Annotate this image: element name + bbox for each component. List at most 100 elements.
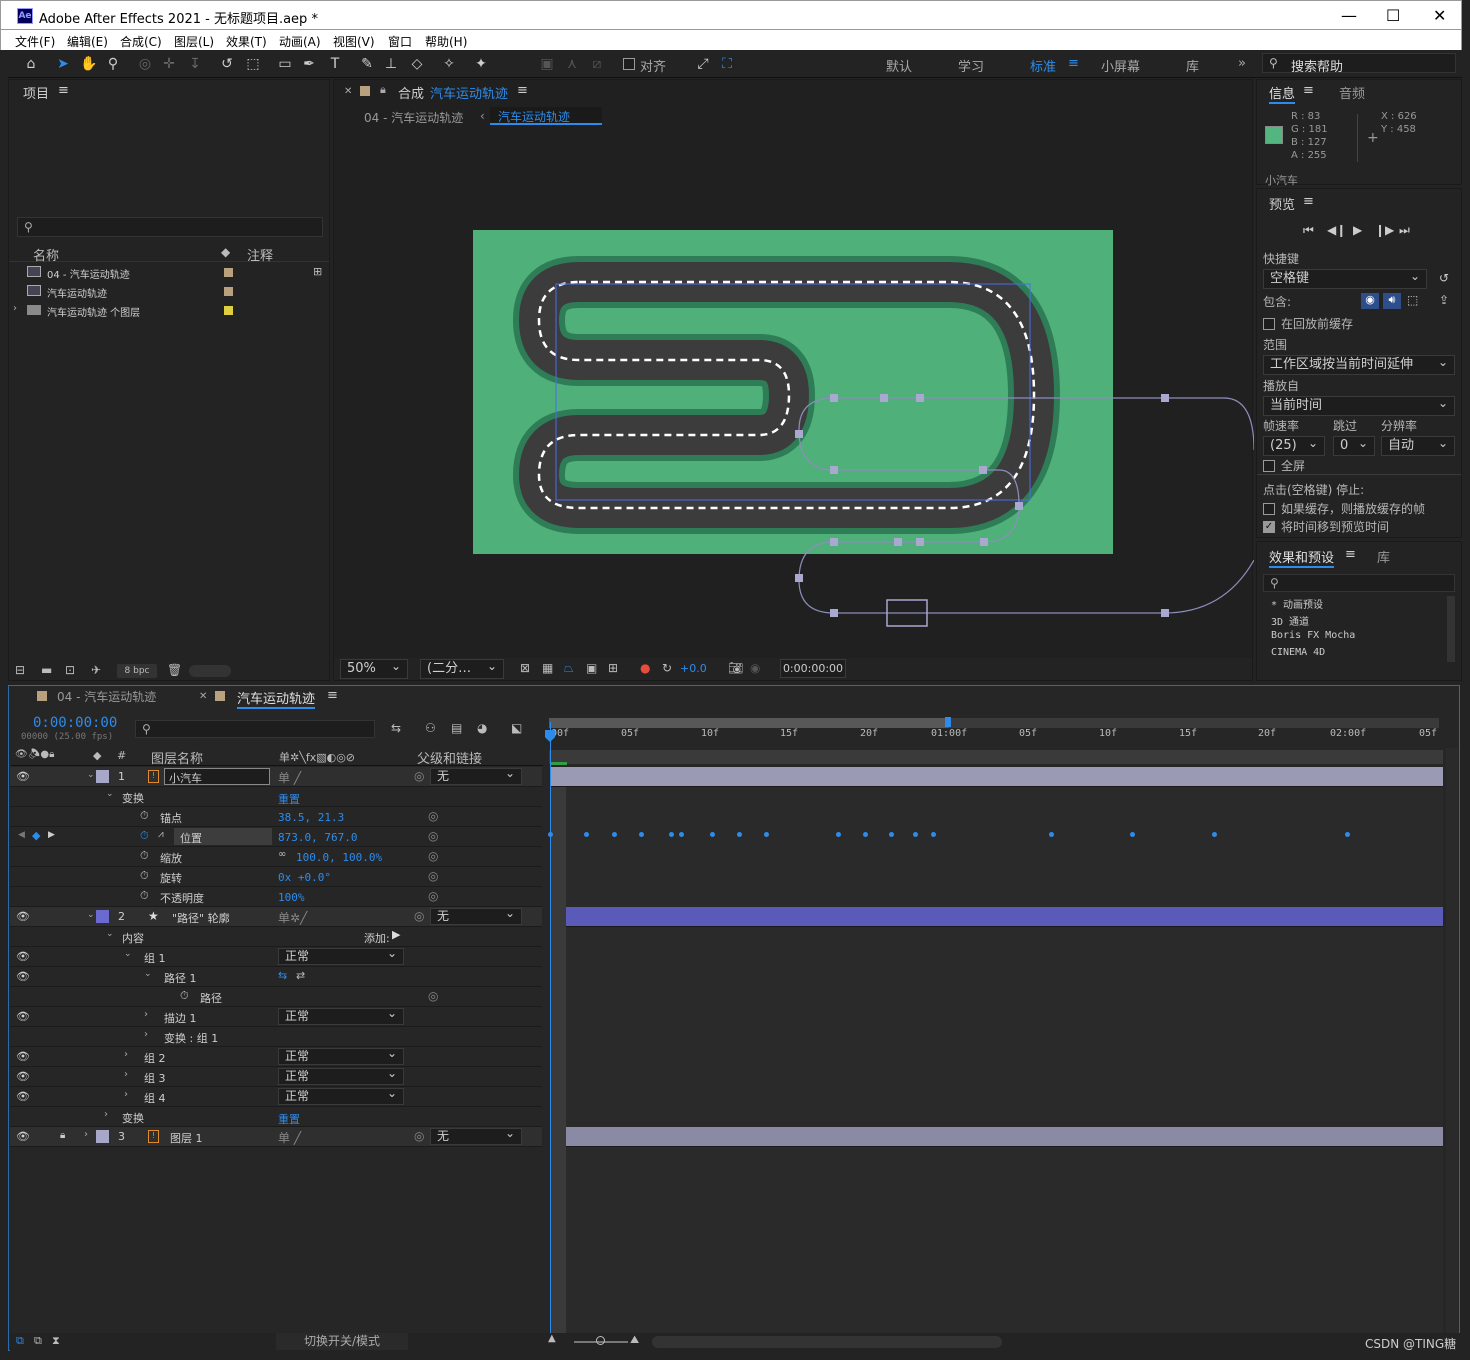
stopwatch-icon[interactable]: ⏱ [140,849,149,863]
axis-local-icon[interactable]: ▣ [538,55,556,73]
menu-view[interactable]: 视图(V) [333,33,375,50]
axis-view-icon[interactable]: ⧄ [588,55,606,73]
layer-row[interactable]: 👁︎ ⌄ 2 ★ "路径" 轮廓 单✲╱ ◎ 无 [10,906,542,927]
work-area-range[interactable] [549,718,949,728]
roto-brush-icon[interactable]: ✧ [440,55,458,73]
stopwatch-icon[interactable]: ⏱ [180,989,189,1003]
flowchart-icon[interactable]: ⊞ [313,265,322,278]
channel-icon[interactable]: ● [640,661,650,675]
col-layer-name-header[interactable]: 图层名称 [151,748,203,767]
orbit-icon[interactable]: ◎ [136,55,154,73]
show-snapshot-icon[interactable]: ◉ [750,661,760,675]
parent-dropdown[interactable]: 无 [430,1126,522,1145]
panel-menu-icon[interactable]: ≡ [327,688,338,703]
effects-scrollbar[interactable] [1447,596,1455,662]
export-icon[interactable]: ⇪ [1439,293,1449,307]
eraser-tool-icon[interactable]: ◇ [408,55,426,73]
type-tool-icon[interactable]: T [326,55,344,73]
property-row[interactable]: 👁︎ › 组 3 正常 [10,1066,542,1087]
effect-category[interactable]: 3D 通道 [1271,613,1309,628]
col-parent-header[interactable]: 父级和链接 [417,748,482,767]
tab-library[interactable]: 库 [1377,547,1390,566]
pickwhip-icon[interactable]: ◎ [414,1129,424,1143]
pickwhip-icon[interactable]: ◎ [414,909,424,923]
label-color-swatch[interactable] [224,306,233,315]
pan-icon[interactable]: ✛ [160,55,178,73]
visibility-eye-icon[interactable]: 👁︎ [16,1010,30,1023]
keyframe[interactable] [764,832,769,837]
pickwhip-icon[interactable]: ◎ [428,849,438,863]
timeline-tracks[interactable] [550,767,1443,1334]
rotate-tool-icon[interactable]: ↺ [218,55,236,73]
chevron-down-icon[interactable]: ⌄ [87,770,95,780]
include-overlay-icon[interactable]: ⬚ [1407,293,1418,307]
keyframe[interactable] [710,832,715,837]
last-frame-icon[interactable]: ⏭ [1399,223,1410,238]
selection-tool-icon[interactable]: ➤ [54,55,72,73]
camera-tool-icon[interactable]: ⬚ [244,55,262,73]
tab-effects[interactable]: 效果和预设 [1269,547,1335,568]
lock-icon[interactable]: 🔒︎ [380,83,386,97]
add-content-icon[interactable]: ▶ [392,928,400,941]
layer-bar-3[interactable] [550,1127,1443,1147]
position-value[interactable]: 873.0, 767.0 [278,831,357,844]
tab-audio[interactable]: 音频 [1339,83,1365,102]
region-of-interest-icon[interactable]: ▣ [586,661,597,675]
property-row[interactable]: ⏱ 缩放 ∞ 100.0, 100.0% ◎ [10,847,542,867]
constrain-proportions-icon[interactable]: ∞ [278,849,286,860]
zoom-slider-thumb[interactable] [596,1336,605,1345]
toggle-switches-modes[interactable]: 切换开关/模式 [276,1333,408,1350]
property-row[interactable]: › 变换 重置 [10,1107,542,1127]
layer-switches[interactable]: 单 ╱ [278,769,301,786]
property-row[interactable]: 👁︎ ⌄ 组 1 正常 [10,946,542,967]
graph-icon[interactable]: ⩘ [158,829,164,840]
blend-mode-dropdown[interactable]: 正常 [278,1006,404,1025]
panel-menu-icon[interactable]: ≡ [1303,83,1314,98]
viewer-timecode[interactable]: 0:00:00:00 [780,659,846,678]
label-color-swatch[interactable] [96,770,109,783]
prev-keyframe-icon[interactable]: ◀ [18,830,25,840]
anchor-point-value[interactable]: 38.5, 21.3 [278,811,344,824]
timeline-search-input[interactable]: ⚲ [135,720,375,738]
keyframe[interactable] [836,832,841,837]
fullscreen-checkbox[interactable] [1263,460,1275,472]
keyframe[interactable] [931,832,936,837]
visibility-eye-icon[interactable]: 👁︎ [16,950,30,963]
motion-blur-icon[interactable]: ◕ [477,721,487,735]
blend-mode-dropdown[interactable]: 正常 [278,946,404,965]
chevron-right-icon[interactable]: › [124,1069,128,1080]
blend-mode-dropdown[interactable]: 正常 [278,1066,404,1085]
interpret-footage-icon[interactable]: ⊟ [15,663,25,677]
breadcrumb-current-tab[interactable]: 汽车运动轨迹 [490,107,602,125]
play-icon[interactable]: ▶ [1353,223,1362,237]
visibility-eye-icon[interactable]: 👁︎ [16,970,30,983]
menu-animation[interactable]: 动画(A) [279,33,321,50]
in-out-toggle-icon[interactable]: ⧗ [52,1334,60,1348]
include-audio-icon[interactable]: 🔊︎ [1383,293,1401,309]
layer-switches[interactable]: 单 ╱ [278,1129,301,1146]
close-tab-icon[interactable]: ✕ [199,691,207,702]
workspace-menu-icon[interactable]: ≡ [1068,56,1079,71]
rotation-value[interactable]: 0x +0.0° [278,871,331,884]
property-row[interactable]: 👁︎ › 描边 1 正常 [10,1006,542,1027]
bit-depth-button[interactable]: 8 bpc [117,664,157,678]
effect-category[interactable]: * 动画预设 [1271,596,1323,611]
brush-tool-icon[interactable]: ✎ [358,55,376,73]
timeline-scrollbar[interactable] [1446,748,1458,1334]
stopwatch-icon[interactable]: ⏱ [140,809,149,823]
grid-guides-icon[interactable]: ⊞ [608,661,618,675]
menu-window[interactable]: 窗口 [388,33,412,50]
close-tab-icon[interactable]: ✕ [344,86,352,97]
visibility-eye-icon[interactable]: 👁︎ [16,1090,30,1103]
property-row[interactable]: ⌄ 内容 添加: ▶ [10,927,542,947]
move-time-checkbox[interactable]: ✓ [1263,521,1275,533]
axis-world-icon[interactable]: ⋏ [563,55,581,73]
chevron-right-icon[interactable]: › [104,1109,108,1120]
keyframe[interactable] [1345,832,1350,837]
next-keyframe-icon[interactable]: ▶ [48,830,55,840]
opacity-value[interactable]: 100% [278,891,305,904]
lock-icon[interactable]: 🔒︎ [60,1130,65,1141]
work-area-bar[interactable] [549,718,1439,728]
visibility-eye-icon[interactable]: 👁︎ [16,1130,30,1143]
zoom-dropdown[interactable]: 50% [340,657,408,679]
